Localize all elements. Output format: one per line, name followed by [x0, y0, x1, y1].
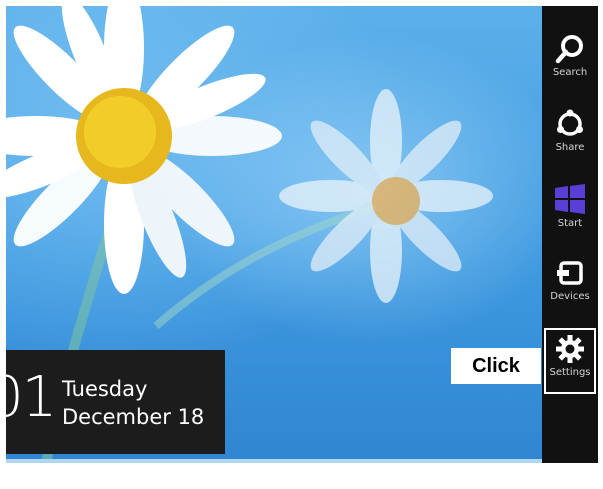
charm-start[interactable]: Start — [542, 183, 598, 253]
devices-icon — [557, 261, 583, 285]
wallpaper-daisies: 01 Tuesday December 18 Click — [6, 6, 542, 463]
charm-settings[interactable]: Settings — [542, 326, 598, 396]
search-icon — [555, 35, 583, 64]
windows-logo-icon — [555, 184, 585, 214]
charm-search[interactable]: Search — [542, 34, 598, 104]
charm-share[interactable]: Share — [542, 109, 598, 179]
charm-search-label: Search — [552, 67, 588, 78]
charm-devices[interactable]: Devices — [542, 258, 598, 328]
charm-share-label: Share — [555, 142, 585, 153]
lock-clock-panel: 01 Tuesday December 18 — [6, 350, 225, 454]
taskbar: ⚑ ▣ 🔈 — [6, 459, 542, 463]
charm-devices-label: Devices — [550, 291, 590, 302]
share-icon — [557, 109, 583, 136]
charm-settings-label: Settings — [549, 367, 591, 378]
click-callout: Click — [451, 348, 541, 384]
desktop-screen: 01 Tuesday December 18 Click Search Shar… — [6, 6, 598, 463]
clock-day: Tuesday — [62, 377, 148, 401]
gear-icon — [556, 335, 584, 363]
charm-start-label: Start — [557, 218, 583, 229]
clock-number: 01 — [6, 365, 57, 430]
clock-date: December 18 — [62, 405, 205, 429]
charms-bar: Search Share Start Devices Settings — [542, 6, 598, 463]
